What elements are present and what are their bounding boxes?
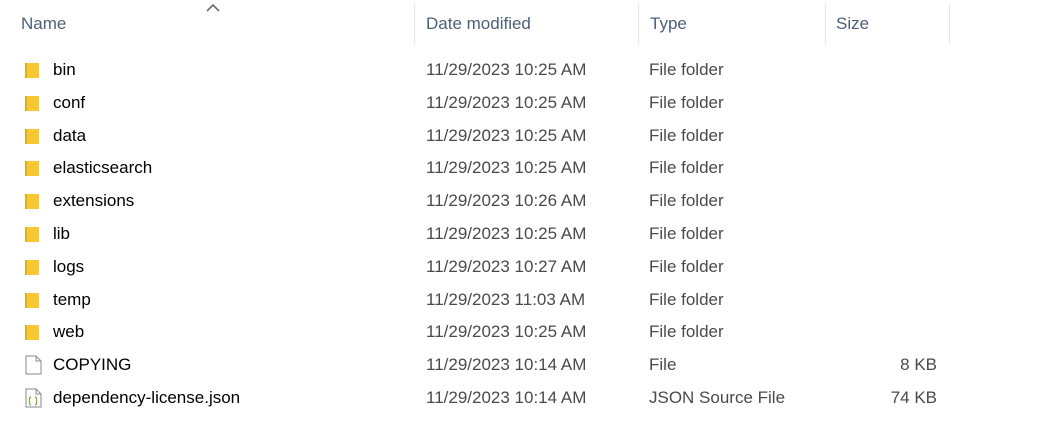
folder-icon	[24, 126, 42, 146]
folder-icon	[24, 93, 42, 113]
file-row[interactable]: extensions 11/29/2023 10:26 AM File folder	[0, 184, 1059, 217]
file-date-modified: 11/29/2023 10:25 AM	[426, 158, 587, 178]
file-row[interactable]: COPYING 11/29/2023 10:14 AM File 8 KB	[0, 348, 1059, 381]
file-row[interactable]: conf 11/29/2023 10:25 AM File folder	[0, 86, 1059, 119]
folder-icon	[24, 322, 42, 342]
column-divider[interactable]	[949, 4, 950, 44]
file-name: extensions	[53, 191, 135, 211]
file-name: logs	[53, 256, 85, 276]
file-type: JSON Source File	[649, 387, 786, 407]
file-date-modified: 11/29/2023 10:26 AM	[426, 191, 587, 211]
file-size	[840, 283, 937, 316]
file-type: File folder	[649, 289, 724, 309]
folder-icon	[24, 290, 42, 310]
file-date-modified: 11/29/2023 10:25 AM	[426, 60, 587, 79]
sort-ascending-chevron-icon	[206, 3, 220, 12]
file-name: dependency-license.json	[53, 387, 241, 407]
file-date-modified: 11/29/2023 10:25 AM	[426, 125, 587, 145]
file-icon	[24, 355, 42, 375]
file-size	[840, 217, 937, 250]
file-date-modified: 11/29/2023 10:25 AM	[426, 92, 587, 112]
column-header-name[interactable]: Name	[21, 0, 66, 46]
folder-icon	[24, 158, 42, 178]
file-date-modified: 11/29/2023 10:14 AM	[426, 355, 587, 375]
column-header-row: Name Date modified Type Size	[0, 0, 950, 46]
file-name: lib	[53, 223, 71, 243]
file-name: COPYING	[53, 355, 132, 375]
file-size	[840, 119, 937, 152]
column-header-size[interactable]: Size	[836, 0, 869, 46]
column-divider[interactable]	[638, 4, 639, 44]
column-header-date-modified[interactable]: Date modified	[426, 0, 531, 46]
file-type: File folder	[649, 92, 724, 112]
file-type: File folder	[649, 60, 724, 79]
file-type: File	[649, 355, 677, 375]
file-type: File folder	[649, 223, 724, 243]
file-size	[840, 86, 937, 119]
file-date-modified: 11/29/2023 10:25 AM	[426, 223, 587, 243]
file-date-modified: 11/29/2023 10:25 AM	[426, 322, 587, 342]
file-type: File folder	[649, 256, 724, 276]
file-row[interactable]: web 11/29/2023 10:25 AM File folder	[0, 315, 1059, 348]
file-date-modified: 11/29/2023 11:03 AM	[426, 289, 586, 309]
file-row[interactable]: temp 11/29/2023 11:03 AM File folder	[0, 283, 1059, 316]
file-list: bin 11/29/2023 10:25 AM File folder conf 11/…	[0, 53, 1059, 414]
file-name: data	[53, 125, 87, 145]
file-name: bin	[53, 60, 76, 79]
folder-icon	[24, 257, 42, 277]
file-type: File folder	[649, 322, 724, 342]
file-size	[840, 53, 937, 86]
file-row[interactable]: logs 11/29/2023 10:27 AM File folder	[0, 250, 1059, 283]
file-name: elasticsearch	[53, 158, 153, 178]
file-size	[840, 184, 937, 217]
file-name: web	[53, 322, 85, 342]
folder-icon	[24, 224, 42, 244]
file-size	[840, 151, 937, 184]
file-row[interactable]: lib 11/29/2023 10:25 AM File folder	[0, 217, 1059, 250]
file-name: temp	[53, 289, 91, 309]
file-size	[840, 315, 937, 348]
file-row[interactable]: dependency-license.json 11/29/2023 10:14 …	[0, 381, 1059, 414]
folder-icon	[24, 191, 42, 211]
file-size: 8 KB	[900, 355, 937, 375]
file-type: File folder	[649, 125, 724, 145]
file-size: 74 KB	[890, 387, 937, 407]
json-file-icon	[24, 388, 42, 408]
file-type: File folder	[649, 158, 724, 178]
file-type: File folder	[649, 191, 724, 211]
column-header-type[interactable]: Type	[650, 0, 687, 46]
file-name: conf	[53, 92, 86, 112]
file-row[interactable]: bin 11/29/2023 10:25 AM File folder	[0, 53, 1059, 86]
folder-icon	[24, 60, 42, 80]
file-explorer-list: Name Date modified Type Size bin 11/29/20…	[0, 0, 1059, 444]
column-divider[interactable]	[414, 4, 415, 44]
file-row[interactable]: elasticsearch 11/29/2023 10:25 AM File fol…	[0, 151, 1059, 184]
column-divider[interactable]	[825, 4, 826, 44]
file-row[interactable]: data 11/29/2023 10:25 AM File folder	[0, 119, 1059, 152]
file-date-modified: 11/29/2023 10:27 AM	[426, 256, 587, 276]
file-date-modified: 11/29/2023 10:14 AM	[426, 387, 587, 407]
file-size	[840, 250, 937, 283]
